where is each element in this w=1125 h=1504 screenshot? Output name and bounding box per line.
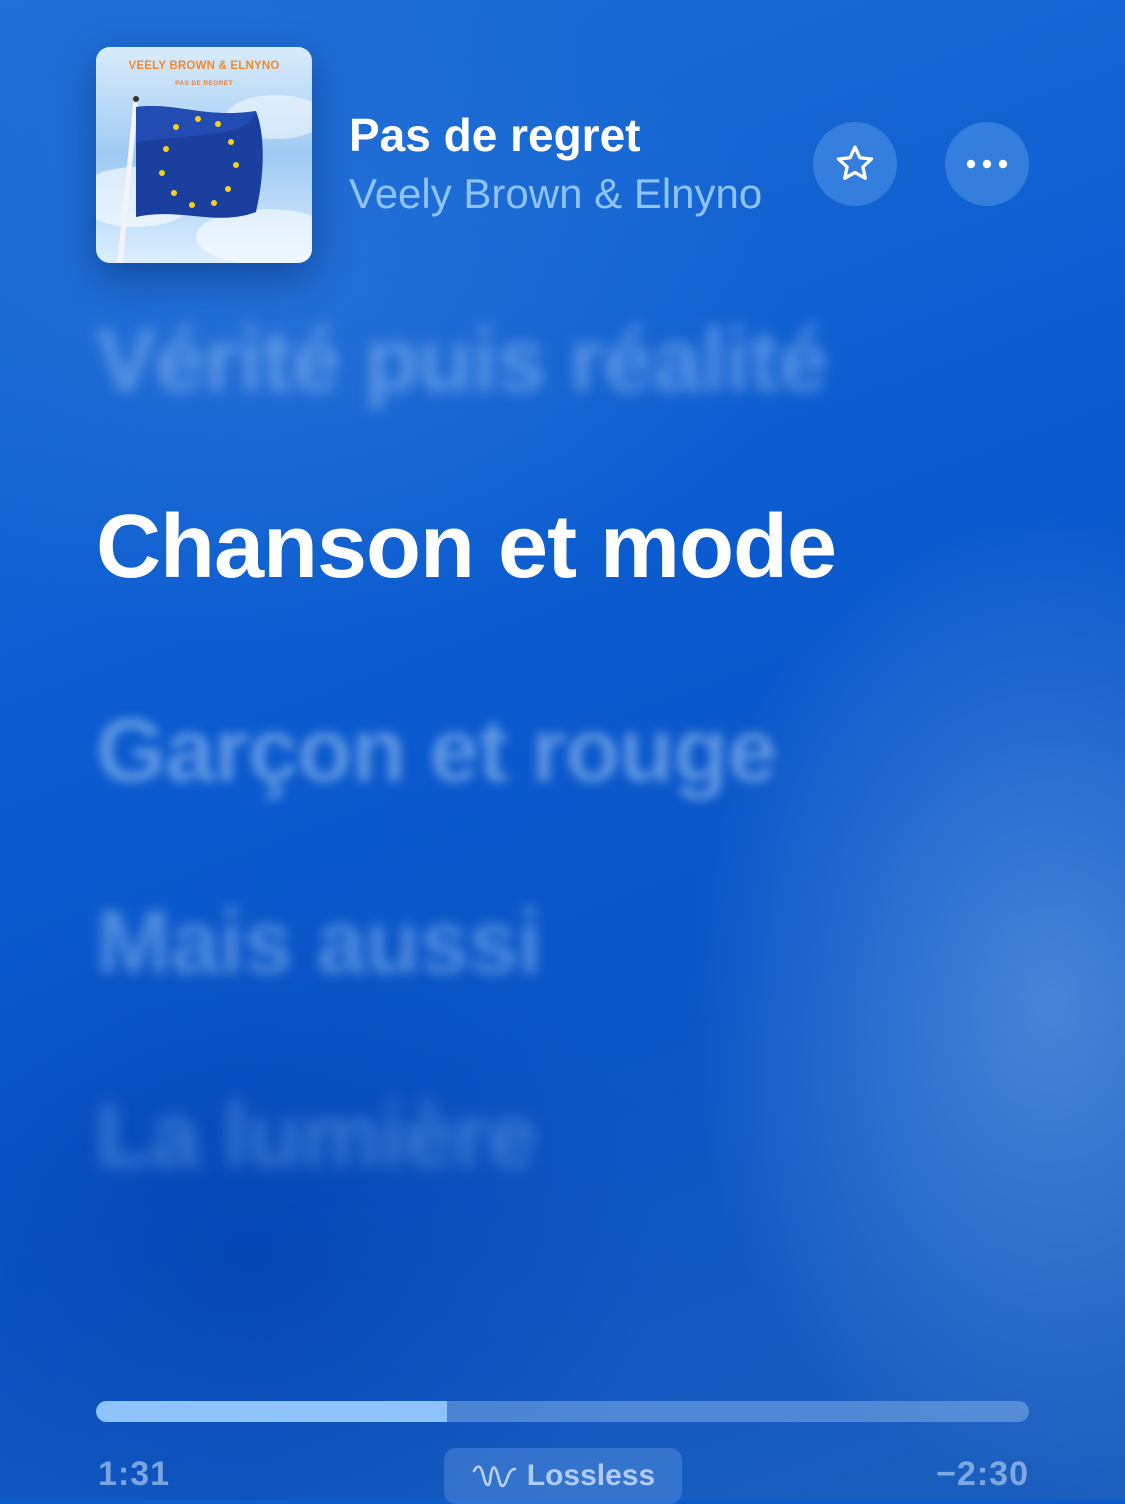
lossless-label: Lossless [526,1459,656,1492]
song-artist[interactable]: Veely Brown & Elnyno [349,170,794,218]
remaining-time: −2:30 [936,1455,1029,1493]
progress-fill [96,1401,447,1422]
lyric-line-upcoming[interactable]: Garçon et rouge [96,700,777,803]
elapsed-time: 1:31 [98,1455,171,1493]
album-artwork[interactable]: VEELY BROWN & ELNYNO PAS DE REGRET [96,47,312,263]
lyric-line-past[interactable]: Vérité puis réalité [96,310,828,413]
ellipsis-icon [966,159,1008,169]
lyric-line-current[interactable]: Chanson et mode [96,496,837,599]
favorite-button[interactable] [813,122,897,206]
more-options-button[interactable] [945,122,1029,206]
artwork-title-text: PAS DE REGRET [175,80,233,87]
song-title: Pas de regret [349,109,641,161]
lyric-line-upcoming[interactable]: Mais aussi [96,892,542,995]
now-playing-header: VEELY BROWN & ELNYNO PAS DE REGRET Pas d… [0,0,1125,300]
lossless-badge[interactable]: Lossless [444,1448,682,1504]
artwork-artist-text: VEELY BROWN & ELNYNO [128,60,280,72]
lyric-line-upcoming[interactable]: La lumière [96,1085,537,1188]
lossless-wave-icon [472,1465,517,1488]
star-icon [836,145,874,180]
playback-progress-bar[interactable] [96,1401,1029,1422]
